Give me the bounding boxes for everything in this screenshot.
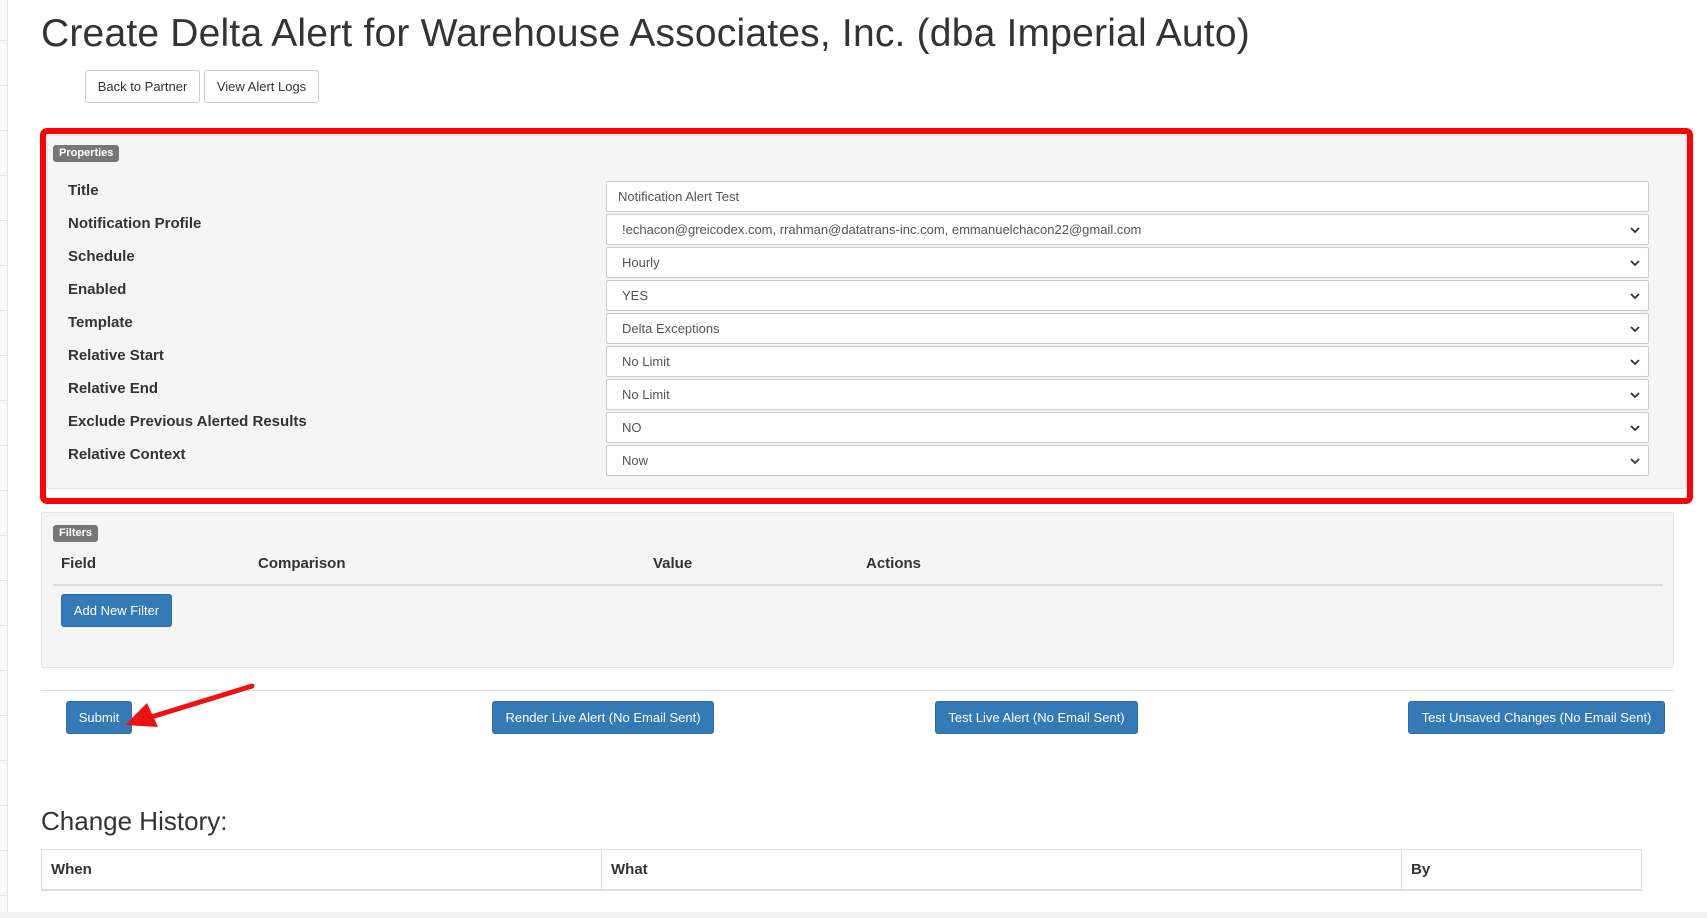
chevron-down-icon	[1630, 392, 1640, 399]
history-col-what: What	[602, 850, 1402, 890]
view-alert-logs-button[interactable]: View Alert Logs	[204, 70, 319, 103]
actions-divider	[41, 690, 1674, 691]
test-live-alert-button[interactable]: Test Live Alert (No Email Sent)	[935, 701, 1138, 734]
enabled-label: Enabled	[68, 281, 127, 298]
relative-end-select[interactable]: No Limit	[606, 379, 1649, 410]
relative-start-label: Relative Start	[68, 347, 164, 364]
chevron-down-icon	[1630, 293, 1640, 300]
properties-legend: Properties	[53, 145, 120, 162]
schedule-select[interactable]: Hourly	[606, 247, 1649, 278]
back-to-partner-button[interactable]: Back to Partner	[85, 70, 200, 103]
exclude-previous-select[interactable]: NO	[606, 412, 1649, 443]
title-label: Title	[68, 182, 99, 199]
filters-header-divider	[53, 584, 1663, 586]
test-unsaved-changes-button[interactable]: Test Unsaved Changes (No Email Sent)	[1408, 701, 1665, 734]
chevron-down-icon	[1630, 359, 1640, 366]
red-arrow-icon	[125, 683, 255, 727]
page-title: Create Delta Alert for Warehouse Associa…	[41, 12, 1250, 55]
relative-end-label: Relative End	[68, 380, 159, 397]
chevron-down-icon	[1630, 227, 1640, 234]
notification-profile-value: !echacon@greicodex.com, rrahman@datatran…	[622, 222, 1142, 237]
notification-profile-label: Notification Profile	[68, 215, 202, 232]
schedule-value: Hourly	[622, 255, 660, 270]
relative-context-select[interactable]: Now	[606, 445, 1649, 476]
chevron-down-icon	[1630, 425, 1640, 432]
enabled-select[interactable]: YES	[606, 280, 1649, 311]
filters-panel	[41, 512, 1674, 668]
change-history-table: When What By	[41, 849, 1642, 891]
relative-start-value: No Limit	[622, 354, 670, 369]
chevron-down-icon	[1630, 458, 1640, 465]
chevron-down-icon	[1630, 260, 1640, 267]
template-value: Delta Exceptions	[622, 321, 720, 336]
filter-col-value: Value	[653, 555, 693, 572]
title-input-value: Notification Alert Test	[618, 189, 740, 204]
notification-profile-select[interactable]: !echacon@greicodex.com, rrahman@datatran…	[606, 214, 1649, 245]
add-new-filter-button[interactable]: Add New Filter	[61, 594, 172, 627]
filter-col-field: Field	[61, 555, 97, 572]
history-col-by: By	[1411, 861, 1431, 878]
template-label: Template	[68, 314, 133, 331]
filter-col-actions: Actions	[866, 555, 922, 572]
relative-end-value: No Limit	[622, 387, 670, 402]
left-rail	[0, 0, 8, 918]
filters-legend: Filters	[53, 525, 99, 542]
render-live-alert-button[interactable]: Render Live Alert (No Email Sent)	[492, 701, 714, 734]
relative-start-select[interactable]: No Limit	[606, 346, 1649, 377]
title-input[interactable]: Notification Alert Test	[606, 181, 1649, 212]
exclude-previous-label: Exclude Previous Alerted Results	[68, 413, 307, 430]
schedule-label: Schedule	[68, 248, 135, 265]
enabled-value: YES	[622, 288, 649, 303]
exclude-previous-value: NO	[622, 420, 642, 435]
filter-col-comparison: Comparison	[258, 555, 346, 572]
chevron-down-icon	[1630, 326, 1640, 333]
history-col-when: When	[42, 850, 602, 890]
template-select[interactable]: Delta Exceptions	[606, 313, 1649, 344]
relative-context-value: Now	[622, 453, 649, 468]
change-history-heading: Change History:	[41, 806, 228, 836]
relative-context-label: Relative Context	[68, 446, 186, 463]
bottom-strip	[0, 912, 1707, 918]
